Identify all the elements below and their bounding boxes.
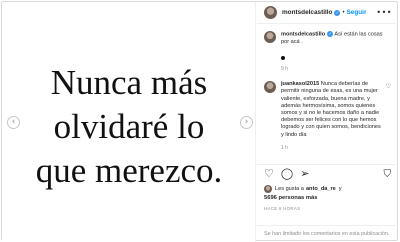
quote-line-1: Nunca más (50, 63, 208, 102)
commenter-username[interactable]: juankasol2015 (281, 81, 319, 87)
comments-section: montsdelcastillo ✓ Así están las cosas po… (257, 25, 398, 163)
quote-line-2: olvidaré lo (53, 107, 205, 146)
comment-text: Nunca deberías de permitir ninguna de es… (281, 81, 381, 138)
comment-icon[interactable]: ◯ (281, 168, 293, 179)
follow-button[interactable]: Seguir (347, 9, 367, 16)
share-icon[interactable]: ➢ (300, 168, 309, 179)
quote-text: Nunca más olvidaré lo que merezco. (2, 2, 256, 242)
header-separator: • (342, 9, 345, 16)
bookmark-icon[interactable]: ⛉ (384, 169, 392, 180)
post-timestamp[interactable]: HACE 9 HORAS (264, 206, 394, 211)
liked-by-row: Les gusta a anto_da_re y (264, 185, 394, 193)
liked-by-user[interactable]: anto_da_re (306, 186, 336, 192)
emoji-icon (281, 55, 285, 60)
liker-avatar[interactable] (264, 185, 272, 193)
quote-line-3: que merezco. (35, 151, 223, 190)
comment-time: 1 h (281, 144, 288, 151)
instagram-post: Nunca más olvidaré lo que merezco. ‹ › m… (1, 1, 398, 242)
verified-badge-icon: ✓ (334, 9, 341, 16)
liked-by-suffix: y (338, 186, 342, 192)
author-username[interactable]: montsdelcastillo (282, 9, 332, 16)
likes-count[interactable]: 5696 personas más (264, 195, 394, 201)
comment-like-icon[interactable]: ♡ (386, 83, 391, 152)
action-bar: ♡ ◯ ➢ ⛉ (257, 164, 398, 182)
caption-avatar[interactable] (264, 31, 276, 43)
carousel-prev-button[interactable]: ‹ (7, 116, 20, 129)
caption-username[interactable]: montsdelcastillo (281, 31, 325, 37)
carousel-next-button[interactable]: › (240, 116, 253, 129)
caption-body: montsdelcastillo ✓ Así están las cosas po… (281, 31, 391, 73)
like-icon[interactable]: ♡ (264, 168, 274, 179)
post-header: montsdelcastillo ✓ • Seguir ••• (257, 2, 398, 24)
comment-body: juankasol2015 Nunca deberías de permitir… (281, 81, 383, 152)
comment-item: juankasol2015 Nunca deberías de permitir… (264, 81, 391, 152)
caption: montsdelcastillo ✓ Así están las cosas po… (264, 31, 391, 73)
commenter-avatar[interactable] (264, 81, 276, 94)
more-options-icon[interactable]: ••• (376, 8, 392, 17)
post-media: Nunca más olvidaré lo que merezco. ‹ › (2, 2, 256, 242)
caption-time: 9 h (281, 65, 288, 72)
author-avatar[interactable] (264, 6, 277, 19)
comments-limited-notice: Se han limitado los comentarios en esta … (257, 225, 398, 242)
post-side-panel: montsdelcastillo ✓ • Seguir ••• montsdel… (257, 2, 398, 242)
liked-by-prefix: Les gusta a (275, 186, 304, 192)
likes-section: Les gusta a anto_da_re y 5696 personas m… (264, 185, 394, 211)
